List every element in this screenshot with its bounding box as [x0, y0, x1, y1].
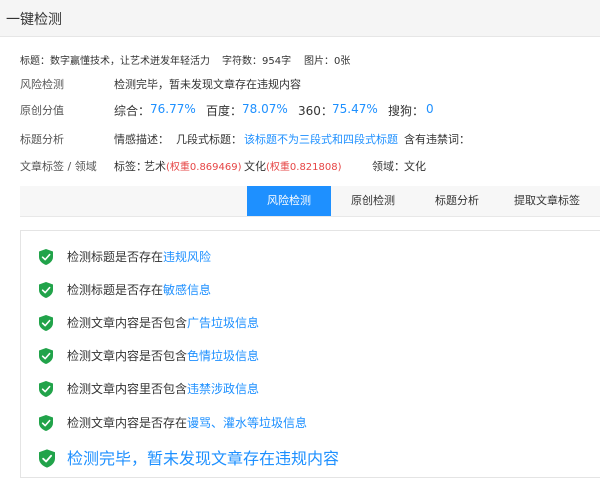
- domain-label: 领域：: [372, 160, 405, 173]
- originality-sogou-name: 搜狗：: [388, 104, 425, 118]
- tab-title-analysis[interactable]: 标题分析: [415, 186, 499, 216]
- tags-label: 标签：: [114, 160, 147, 173]
- check-text: 检测标题是否存在敏感信息: [67, 282, 211, 298]
- check-highlight: 广告垃圾信息: [187, 316, 260, 330]
- check-text: 检测文章内容里否包含违禁涉政信息: [67, 381, 259, 397]
- segments-value: 该标题不为三段式和四段式标题: [244, 133, 398, 146]
- tab-risk-detection[interactable]: 风险检测: [247, 186, 331, 216]
- check-highlight: 谩骂、灌水等垃圾信息: [187, 416, 308, 430]
- shield-check-icon: [39, 282, 53, 298]
- tab-extract-tags[interactable]: 提取文章标签: [499, 186, 595, 216]
- segments-label: 几段式标题：: [176, 133, 242, 146]
- page-header: 一键检测: [0, 0, 600, 37]
- check-highlight: 违禁涉政信息: [187, 382, 260, 396]
- shield-check-icon: [39, 415, 53, 431]
- risk-results-panel: 检测标题是否存在违规风险 检测标题是否存在敏感信息 检测文章内容是否包含广告垃圾…: [20, 230, 600, 478]
- page-title: 一键检测: [6, 12, 62, 28]
- shield-check-icon: [39, 449, 55, 468]
- meta-title-value: 数字赢懂技术，让艺术迸发年轻活力: [50, 56, 210, 67]
- shield-check-icon: [39, 315, 53, 331]
- meta-charcount-label: 字符数：: [222, 56, 262, 67]
- check-highlight: 敏感信息: [163, 283, 212, 297]
- tag-art-weight: (权重0.869469): [166, 162, 242, 173]
- risk-value: 检测完毕，暂未发现文章存在违规内容: [114, 78, 301, 91]
- check-prefix: 检测标题是否存在: [67, 250, 164, 264]
- domain-value: 文化: [404, 160, 426, 173]
- tag-culture: 文化: [244, 160, 266, 173]
- originality-360-value: 75.47%: [332, 102, 378, 116]
- originality-baidu-name: 百度：: [206, 104, 243, 118]
- check-prefix: 检测标题是否存在: [67, 283, 164, 297]
- check-highlight: 违规风险: [163, 250, 212, 264]
- tab-originality-detection[interactable]: 原创检测: [331, 186, 415, 216]
- originality-overall-name: 综合：: [114, 104, 151, 118]
- originality-baidu-value: 78.07%: [242, 102, 288, 116]
- sentiment-label: 情感描述：: [114, 133, 169, 146]
- check-text: 检测文章内容是否包含色情垃圾信息: [67, 348, 259, 364]
- originality-label: 原创分值: [20, 104, 64, 117]
- shield-check-icon: [39, 249, 53, 265]
- check-prefix: 检测文章内容是否存在: [67, 416, 188, 430]
- check-text: 检测文章内容是否存在谩骂、灌水等垃圾信息: [67, 415, 307, 431]
- title-analysis-label: 标题分析: [20, 133, 64, 146]
- originality-sogou-value: 0: [426, 102, 434, 116]
- shield-check-icon: [39, 348, 53, 364]
- meta-image-label: 图片：: [304, 56, 334, 67]
- originality-360-name: 360：: [298, 104, 333, 118]
- shield-check-icon: [39, 381, 53, 397]
- originality-overall-value: 76.77%: [150, 102, 196, 116]
- tag-culture-weight: (权重0.821808): [266, 162, 342, 173]
- meta-charcount-value: 954字: [262, 56, 292, 67]
- check-prefix: 检测文章内容是否包含: [67, 349, 188, 363]
- banned-words-label: 含有违禁词：: [404, 133, 470, 146]
- check-text: 检测文章内容是否包含广告垃圾信息: [67, 315, 259, 331]
- risk-label: 风险检测: [20, 78, 64, 91]
- meta-title-label: 标题：: [20, 56, 50, 67]
- meta-image-value: 0张: [334, 56, 351, 67]
- detection-tabs: 风险检测 原创检测 标题分析 提取文章标签: [20, 186, 600, 217]
- tags-row-label: 文章标签 / 领域: [20, 160, 97, 173]
- final-result-text: 检测完毕，暂未发现文章存在违规内容: [67, 449, 340, 468]
- tag-art: 艺术: [144, 160, 166, 173]
- check-text: 检测标题是否存在违规风险: [67, 249, 211, 265]
- check-prefix: 检测文章内容里否包含: [67, 382, 188, 396]
- check-prefix: 检测文章内容是否包含: [67, 316, 188, 330]
- check-highlight: 色情垃圾信息: [187, 349, 260, 363]
